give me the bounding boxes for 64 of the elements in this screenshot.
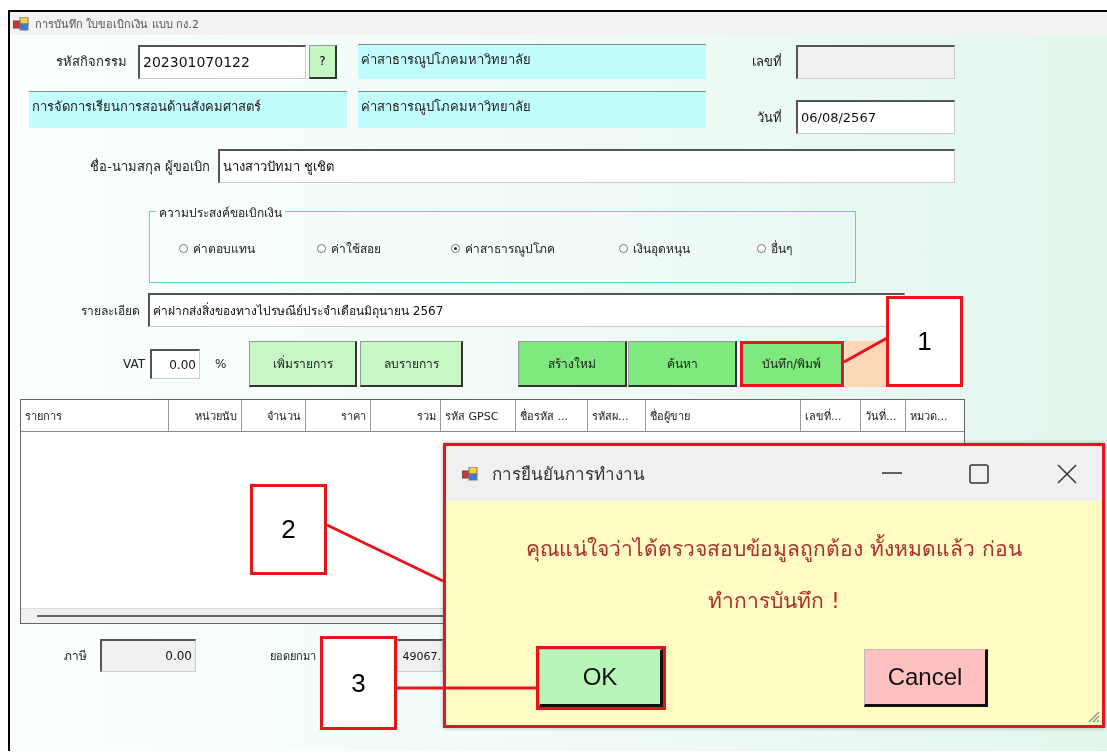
field-label: VAT (121, 357, 145, 371)
radio-button[interactable] (451, 244, 460, 253)
form-button[interactable]: บันทึก/พิมพ์ (740, 341, 844, 387)
radio-button[interactable] (757, 244, 766, 253)
cancel-button[interactable]: Cancel (864, 649, 988, 707)
minimize-icon (882, 471, 902, 474)
callout-label: 1 (886, 296, 963, 387)
radio-button[interactable] (317, 244, 326, 253)
form-button[interactable]: ค้นหา (628, 341, 737, 387)
column-header[interactable]: รหัส GPSC (441, 400, 516, 431)
radio-label: ค่าใช้สอย (331, 241, 381, 258)
callout-label: 3 (320, 636, 397, 730)
number-field[interactable] (796, 44, 955, 79)
column-header[interactable]: รวม (371, 400, 441, 431)
field-label: รหัสกิจกรรม (55, 53, 127, 71)
field-label: ภาษี (63, 648, 87, 665)
maximize-icon (968, 462, 990, 485)
column-header[interactable]: วันที่... (861, 400, 906, 431)
activity-name-field: ค่าสาธารณูปโภคมหาวิทยาลัย (358, 91, 706, 128)
close-icon (1056, 462, 1078, 485)
radio-label: อื่นๆ (771, 239, 792, 258)
form-button[interactable]: สร้างใหม่ (518, 341, 627, 387)
radio-button[interactable] (619, 244, 628, 253)
resize-grip-icon (1086, 709, 1100, 723)
app-icon (462, 466, 478, 481)
form-button[interactable]: ลบรายการ (360, 341, 463, 387)
field-label: เลขที่ (751, 52, 782, 71)
detail-field[interactable]: ค่าฝากส่งสิ่งของทางไปรษณีย์ประจำเดือนมิถุนายน 2567 (148, 293, 905, 327)
radio-label: ค่าสาธารณูปโภค (465, 241, 555, 258)
leader-line (843, 336, 888, 364)
column-header[interactable]: รหัสผ... (588, 400, 646, 431)
vat-field[interactable]: 0.00 (150, 349, 200, 379)
column-header[interactable]: หน่วยนับ (169, 400, 242, 431)
field-label: รายละเอียด (80, 302, 140, 320)
dialog-title: การยืนยันการทำงาน (492, 463, 645, 486)
column-header[interactable]: ราคา (306, 400, 371, 431)
app-icon (13, 16, 29, 31)
lookup-button[interactable]: ? (309, 44, 337, 79)
column-header[interactable]: จำนวน (242, 400, 306, 431)
activity-group-field: การจัดการเรียนการสอนด้านสังคมศาสตร์ (29, 91, 347, 128)
activity-code-field[interactable]: 202301070122 (138, 44, 306, 79)
form-button[interactable]: เพิ่มรายการ (249, 341, 357, 387)
column-header[interactable]: รายการ (21, 400, 169, 431)
window-title: การบันทึก ใบขอเบิกเงิน แบบ กง.2 (35, 16, 199, 33)
ok-button[interactable]: OK (539, 649, 663, 707)
date-field[interactable]: 06/08/2567 (796, 100, 955, 134)
column-header[interactable]: ชื่อผู้ขาย (646, 400, 801, 431)
column-header[interactable]: เลขที่... (801, 400, 861, 431)
button[interactable] (845, 341, 887, 387)
requester-field[interactable]: นางสาวปัทมา ชูเชิต (218, 149, 955, 183)
column-header[interactable]: ชื่อรหัส ... (516, 400, 588, 431)
callout-label: 2 (250, 484, 327, 575)
unit-label: % (215, 357, 228, 371)
radio-label: เงินอุดหนุน (633, 241, 690, 258)
dialog-message: คุณแน่ใจว่าได้ตรวจสอบข้อมูลถูกต้อง ทั้งหมดแล้ว ก่อนทำการบันทึก ! (504, 523, 1044, 627)
field-label: ชื่อ-นามสกุล ผู้ขอเบิก (89, 157, 210, 177)
field-label: ยอดยกมา (269, 648, 316, 665)
radio-label: ค่าตอบแทน (193, 241, 255, 258)
tax-field[interactable]: 0.00 (100, 639, 196, 672)
field-label: วันที่ (756, 108, 782, 127)
radio-button[interactable] (179, 244, 188, 253)
column-header[interactable]: หมวด... (906, 400, 964, 431)
activity-name-field: ค่าสาธารณูปโภคมหาวิทยาลัย (358, 44, 706, 79)
carried-field[interactable]: 49067. (397, 639, 443, 672)
